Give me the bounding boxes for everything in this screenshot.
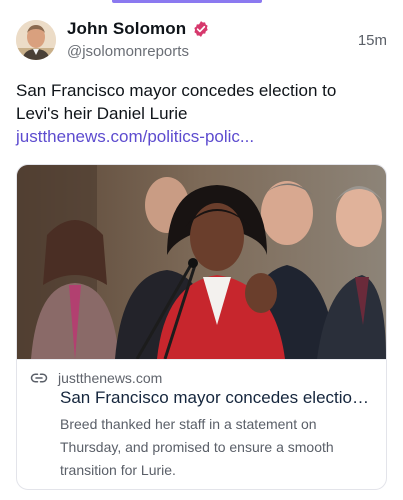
post[interactable]: John Solomon @jsolomonreports 15m San Fr… — [0, 0, 403, 500]
author-name[interactable]: John Solomon — [67, 19, 186, 39]
card-domain: justthenews.com — [58, 370, 163, 386]
link-preview-card[interactable]: justthenews.com San Francisco mayor conc… — [16, 164, 387, 490]
card-title[interactable]: San Francisco mayor concedes election to… — [60, 388, 378, 408]
avatar[interactable] — [16, 20, 56, 60]
post-header: John Solomon @jsolomonreports 15m — [16, 18, 387, 64]
card-meta: justthenews.com San Francisco mayor conc… — [17, 359, 386, 489]
post-text: San Francisco mayor concedes election to… — [16, 79, 376, 148]
card-description: Breed thanked her staff in a statement o… — [60, 416, 334, 478]
author-identity: John Solomon @jsolomonreports — [67, 18, 210, 60]
card-domain-row: justthenews.com — [30, 369, 162, 387]
card-image[interactable] — [17, 165, 386, 360]
link-icon — [30, 369, 48, 387]
author-handle[interactable]: @jsolomonreports — [67, 43, 210, 60]
post-timestamp: 15m — [357, 32, 387, 49]
post-body: San Francisco mayor concedes election to… — [16, 81, 337, 123]
verified-badge-icon — [192, 20, 210, 38]
name-row: John Solomon — [67, 18, 210, 40]
post-link[interactable]: justthenews.com/politics-polic... — [16, 127, 254, 146]
